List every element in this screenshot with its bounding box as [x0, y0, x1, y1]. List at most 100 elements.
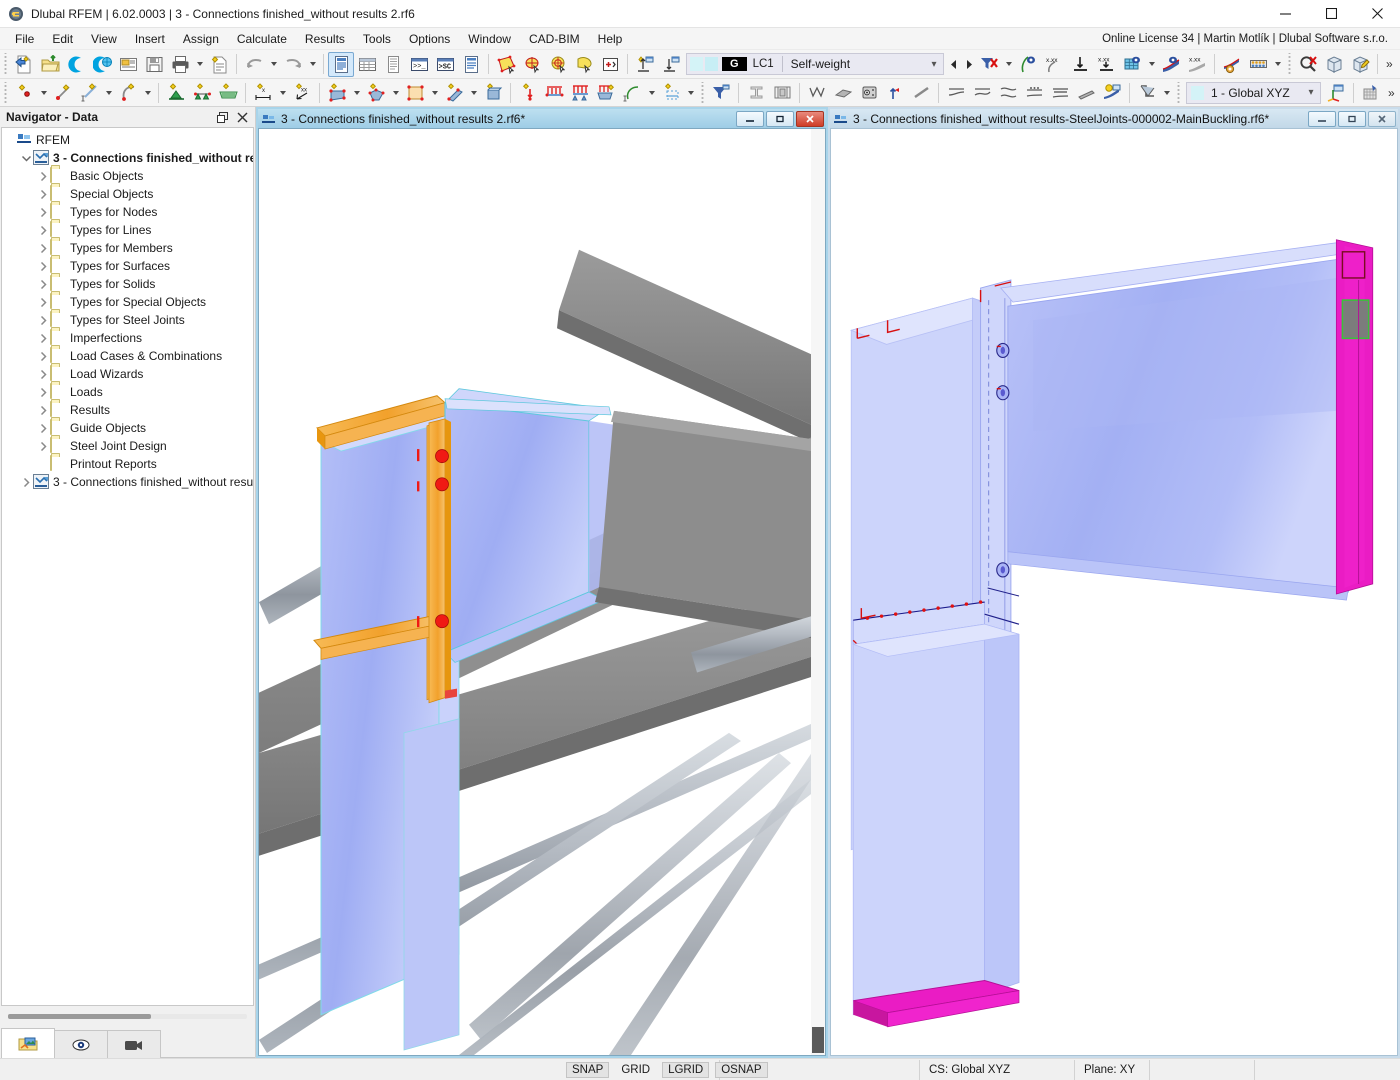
- model-info-icon[interactable]: [115, 52, 141, 77]
- surface-dropdown-arrow[interactable]: [350, 80, 363, 105]
- imperfection-dropdown-arrow[interactable]: [684, 80, 697, 105]
- nodal-support-icon[interactable]: [163, 80, 189, 105]
- chevron-right-icon[interactable]: [36, 437, 50, 455]
- free-load-dropdown-arrow[interactable]: [645, 80, 658, 105]
- filter-icon[interactable]: [708, 80, 734, 105]
- select-surface-icon[interactable]: [493, 52, 519, 77]
- results-filter-icon[interactable]: [976, 52, 1002, 77]
- load-case-prev-button[interactable]: [946, 52, 961, 77]
- result-values-icon[interactable]: x.xx: [1184, 52, 1210, 77]
- print-icon[interactable]: [167, 52, 193, 77]
- chevron-right-icon[interactable]: [36, 347, 50, 365]
- node-icon[interactable]: [11, 80, 37, 105]
- select-lasso-icon[interactable]: [571, 52, 597, 77]
- menu-edit[interactable]: Edit: [43, 29, 82, 49]
- status-plane[interactable]: Plane: XY: [1075, 1060, 1150, 1080]
- chevron-right-icon[interactable]: [36, 293, 50, 311]
- snap-toggle[interactable]: SNAP: [566, 1062, 609, 1078]
- snap-grid-icon[interactable]: [1358, 80, 1384, 105]
- minimize-button[interactable]: [1262, 0, 1308, 28]
- dimension-icon[interactable]: x: [250, 80, 276, 105]
- cube-view-icon[interactable]: [856, 80, 882, 105]
- tab-data[interactable]: [1, 1028, 55, 1058]
- chevron-right-icon[interactable]: [36, 185, 50, 203]
- model-window-left-close[interactable]: [796, 111, 824, 127]
- diagonal-icon[interactable]: [908, 80, 934, 105]
- line-type-dropdown-arrow[interactable]: [102, 80, 115, 105]
- tab-views[interactable]: [107, 1030, 161, 1058]
- opening-dropdown-arrow[interactable]: [428, 80, 441, 105]
- select-box-icon[interactable]: [597, 52, 623, 77]
- tree-node[interactable]: Basic Objects: [2, 167, 253, 185]
- surface-support-icon[interactable]: [215, 80, 241, 105]
- toolbar-overflow-button[interactable]: »: [1382, 57, 1397, 71]
- tree-node[interactable]: RFEM: [2, 131, 253, 149]
- result-table-dropdown-arrow[interactable]: [1271, 52, 1284, 77]
- slab-icon[interactable]: [769, 80, 795, 105]
- curve4-icon[interactable]: [1021, 80, 1047, 105]
- result-grid-icon[interactable]: [1119, 52, 1145, 77]
- curve3-icon[interactable]: [995, 80, 1021, 105]
- plate-icon[interactable]: [830, 80, 856, 105]
- viewport-left-scroll-thumb[interactable]: [812, 1027, 824, 1053]
- chevron-down-icon[interactable]: ▾: [925, 59, 943, 70]
- model-window-left-minimize[interactable]: [736, 111, 764, 127]
- model-viewport-left[interactable]: [258, 128, 826, 1056]
- surface-icon[interactable]: [324, 80, 350, 105]
- new-model-icon[interactable]: [11, 52, 37, 77]
- menu-cad-bim[interactable]: CAD-BIM: [520, 29, 589, 49]
- nodal-load-icon[interactable]: [515, 80, 541, 105]
- model-window-right-titlebar[interactable]: 3 - Connections finished_without results…: [830, 109, 1398, 128]
- render-icon[interactable]: [1099, 80, 1125, 105]
- zoom-reset-icon[interactable]: [1295, 52, 1321, 77]
- redo-dropdown-arrow[interactable]: [306, 52, 319, 77]
- chevron-right-icon[interactable]: [36, 257, 50, 275]
- tree-node[interactable]: Types for Lines: [2, 221, 253, 239]
- table-panel-icon[interactable]: [354, 52, 380, 77]
- undo-dropdown-arrow[interactable]: [267, 52, 280, 77]
- view-mode-dropdown-arrow[interactable]: [1160, 80, 1173, 105]
- menu-calculate[interactable]: Calculate: [228, 29, 296, 49]
- tree-node[interactable]: Loads: [2, 383, 253, 401]
- result-diagram-icon[interactable]: [1158, 52, 1184, 77]
- view-mode-icon[interactable]: [1134, 80, 1160, 105]
- cs-axes-icon[interactable]: [1323, 80, 1349, 105]
- solid-icon[interactable]: [363, 80, 389, 105]
- secondary-toolbar-overflow-button[interactable]: »: [1384, 86, 1399, 100]
- tree-node[interactable]: 3 - Connections finished_without results: [2, 149, 253, 167]
- secondary-toolbar-grip[interactable]: [2, 82, 9, 104]
- load-down-icon[interactable]: [658, 52, 684, 77]
- model-window-right-close[interactable]: [1368, 111, 1396, 127]
- chevron-right-icon[interactable]: [36, 311, 50, 329]
- menu-results[interactable]: Results: [296, 29, 354, 49]
- tree-node[interactable]: 3 - Connections finished_without results: [2, 473, 253, 491]
- close-button[interactable]: [1354, 0, 1400, 28]
- menu-file[interactable]: File: [6, 29, 43, 49]
- menu-window[interactable]: Window: [459, 29, 520, 49]
- result-grid-dropdown-arrow[interactable]: [1145, 52, 1158, 77]
- secondary-toolbar-grip-2[interactable]: [699, 82, 706, 104]
- member-load-icon[interactable]: [541, 80, 567, 105]
- console-icon[interactable]: >>_: [406, 52, 432, 77]
- support-values-icon[interactable]: x.xx: [1093, 52, 1119, 77]
- maximize-button[interactable]: [1308, 0, 1354, 28]
- tree-node[interactable]: Types for Nodes: [2, 203, 253, 221]
- annotation-icon[interactable]: xx: [289, 80, 315, 105]
- line-support-icon[interactable]: [189, 80, 215, 105]
- model-viewport-right[interactable]: [830, 128, 1398, 1056]
- arc-icon[interactable]: [115, 80, 141, 105]
- menu-insert[interactable]: Insert: [126, 29, 174, 49]
- coordinate-system-selector[interactable]: 1 - Global XYZ ▾: [1186, 82, 1321, 104]
- chevron-right-icon[interactable]: [36, 401, 50, 419]
- cs-chevron-down-icon[interactable]: ▾: [1302, 87, 1320, 98]
- menu-help[interactable]: Help: [589, 29, 632, 49]
- edit-view-icon[interactable]: [1347, 52, 1373, 77]
- chevron-right-icon[interactable]: [36, 167, 50, 185]
- curve1-icon[interactable]: [943, 80, 969, 105]
- tree-node[interactable]: Types for Surfaces: [2, 257, 253, 275]
- tab-display[interactable]: [54, 1030, 108, 1058]
- member-icon[interactable]: [441, 80, 467, 105]
- cs-toolbar-grip[interactable]: [1175, 82, 1182, 104]
- navigator-close-icon[interactable]: [233, 109, 251, 125]
- chevron-right-icon[interactable]: [36, 329, 50, 347]
